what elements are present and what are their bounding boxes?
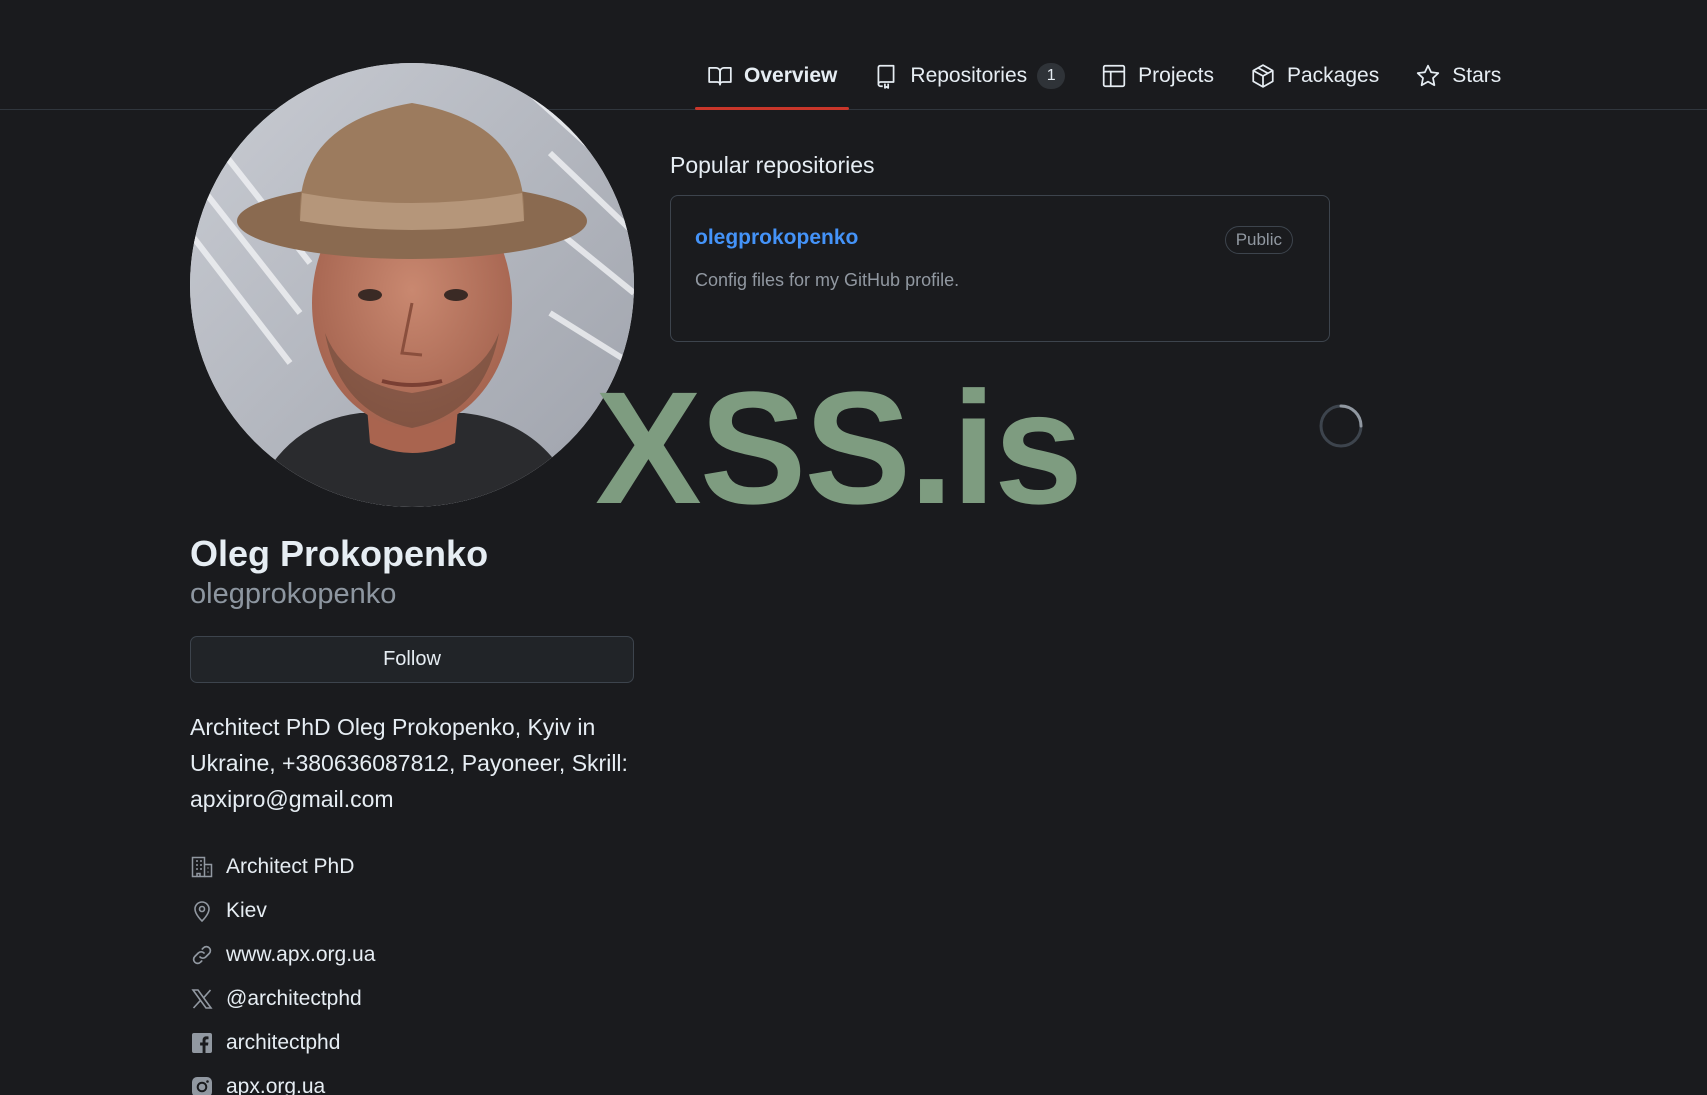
facebook-icon [190,1031,214,1055]
detail-location: Kiev [190,889,375,933]
detail-company: Architect PhD [190,845,375,889]
profile-tabs: Overview Repositories 1 Projects Package… [695,56,1525,110]
tab-label: Repositories [910,64,1028,87]
table-icon [1101,63,1127,89]
tab-repositories[interactable]: Repositories 1 [861,56,1077,96]
tab-stars[interactable]: Stars [1403,56,1513,96]
loading-spinner-icon [1318,403,1364,449]
popular-repositories-heading: Popular repositories [670,152,875,178]
x-logo-icon [190,987,214,1011]
profile-details-list: Architect PhD Kiev www.apx.org.ua @archi… [190,845,375,1095]
tab-label: Projects [1138,64,1214,87]
follow-button[interactable]: Follow [190,636,634,683]
tab-projects[interactable]: Projects [1089,56,1226,96]
location-icon [190,899,214,923]
profile-bio: Architect PhD Oleg Prokopenko, Kyiv in U… [190,714,628,812]
tab-packages[interactable]: Packages [1238,56,1391,96]
tab-overview[interactable]: Overview [695,56,850,110]
profile-nav-bar: Overview Repositories 1 Projects Package… [0,0,1707,110]
visibility-badge: Public [1224,226,1293,254]
repo-card: olegprokopenko Public Config files for m… [670,195,1330,342]
watermark-text: XSS.is [595,358,1083,537]
link-icon [190,943,214,967]
repositories-count-badge: 1 [1037,63,1066,89]
detail-instagram[interactable]: apx.org.ua [190,1065,375,1095]
repo-icon [873,63,899,89]
tab-label: Stars [1452,64,1502,87]
instagram-icon [190,1075,214,1095]
star-icon [1415,63,1441,89]
organization-icon [190,855,214,879]
book-icon [707,63,733,89]
tab-label: Overview [744,64,838,87]
profile-full-name: Oleg Prokopenko [190,533,489,574]
detail-facebook[interactable]: architectphd [190,1021,375,1065]
detail-website[interactable]: www.apx.org.ua [190,933,375,977]
github-profile-page: Overview Repositories 1 Projects Package… [0,0,1707,1095]
repo-description: Config files for my GitHub profile. [695,270,960,290]
profile-username: olegprokopenko [190,578,397,610]
detail-x-account[interactable]: @architectphd [190,977,375,1021]
repo-name-link[interactable]: olegprokopenko [695,226,858,250]
package-icon [1250,63,1276,89]
tab-label: Packages [1287,64,1380,87]
avatar[interactable] [190,63,634,507]
